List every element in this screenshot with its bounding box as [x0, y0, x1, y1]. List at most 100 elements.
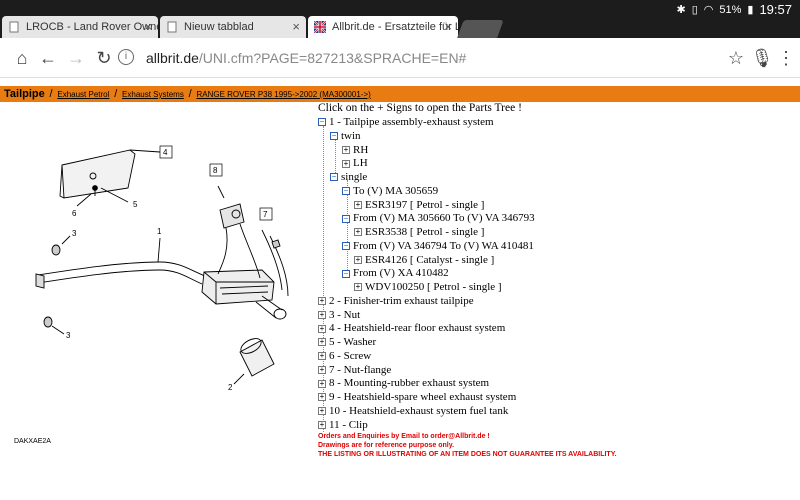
tree-node-label[interactable]: ESR3197 [ Petrol - single ]	[365, 199, 484, 211]
expand-toggle-icon[interactable]: +	[342, 145, 350, 154]
tree-node[interactable]: − To (V) MA 305659	[342, 185, 438, 198]
tree-node[interactable]: +5 - Washer	[318, 336, 376, 349]
close-tab-icon[interactable]: ×	[144, 19, 152, 34]
collapse-toggle-icon[interactable]: −	[330, 173, 338, 182]
expand-toggle-icon[interactable]: +	[318, 338, 326, 347]
breadcrumb-link-exhaust-petrol[interactable]: Exhaust Petrol	[57, 90, 109, 99]
tree-node-label[interactable]: 4 - Heatshield-rear floor exhaust system	[329, 322, 505, 334]
tree-node-label[interactable]: LH	[353, 157, 368, 169]
tree-node[interactable]: +10 - Heatshield-exhaust system fuel tan…	[318, 405, 508, 418]
breadcrumb-separator: /	[114, 88, 118, 100]
callout-label: 3	[66, 331, 71, 340]
microphone-icon[interactable]: 🎙	[750, 46, 774, 70]
tree-node-label[interactable]: 3 - Nut	[329, 309, 360, 321]
tab-title: Nieuw tabblad	[184, 21, 254, 33]
tab-title: Allbrit.de - Ersatzteile für LAN	[332, 21, 458, 33]
close-tab-icon[interactable]: ×	[292, 19, 300, 34]
expand-toggle-icon[interactable]: +	[354, 200, 362, 209]
breadcrumb-link-range-rover[interactable]: RANGE ROVER P38 1995->2002 (MA300001->)	[196, 90, 370, 99]
back-icon[interactable]: ←	[36, 46, 60, 70]
tab-new-tab[interactable]: Nieuw tabblad ×	[160, 16, 306, 40]
collapse-toggle-icon[interactable]: −	[342, 214, 350, 223]
tree-node[interactable]: +11 - Clip	[318, 419, 368, 432]
tab-allbrit[interactable]: Allbrit.de - Ersatzteile für LAN ×	[308, 16, 458, 40]
tree-instructions: Click on the + Signs to open the Parts T…	[318, 102, 522, 114]
tab-title: LROCB - Land Rover Owners	[26, 21, 158, 33]
tree-node-label[interactable]: 2 - Finisher-trim exhaust tailpipe	[329, 295, 474, 307]
tab-lrocb[interactable]: LROCB - Land Rover Owners ×	[2, 16, 158, 40]
tree-node-label[interactable]: single	[341, 171, 367, 183]
expand-toggle-icon[interactable]: +	[354, 228, 362, 237]
menu-icon[interactable]: ⋮	[774, 46, 798, 70]
collapse-toggle-icon[interactable]: −	[330, 132, 338, 141]
callout-label: 3	[72, 229, 77, 238]
collapse-toggle-icon[interactable]: −	[342, 187, 350, 196]
tree-node[interactable]: +4 - Heatshield-rear floor exhaust syste…	[318, 322, 505, 335]
expand-toggle-icon[interactable]: +	[318, 310, 326, 319]
address-bar[interactable]: i allbrit.de/UNI.cfm?PAGE=827213&SPRACHE…	[112, 44, 752, 72]
expand-toggle-icon[interactable]: +	[354, 283, 362, 292]
home-icon[interactable]: ⌂	[10, 46, 34, 70]
expand-toggle-icon[interactable]: +	[354, 255, 362, 264]
info-icon[interactable]: i	[118, 49, 134, 65]
expand-toggle-icon[interactable]: +	[318, 297, 326, 306]
tree-node[interactable]: − single	[330, 171, 367, 184]
close-tab-icon[interactable]: ×	[444, 19, 452, 34]
tree-node[interactable]: +3 - Nut	[318, 309, 360, 322]
tree-node[interactable]: − twin	[330, 130, 361, 143]
expand-toggle-icon[interactable]: +	[318, 420, 326, 429]
collapse-toggle-icon[interactable]: −	[342, 269, 350, 278]
expand-toggle-icon[interactable]: +	[318, 393, 326, 402]
tree-node[interactable]: +6 - Screw	[318, 350, 371, 363]
tree-node-label[interactable]: 5 - Washer	[329, 336, 376, 348]
tree-node[interactable]: +7 - Nut-flange	[318, 364, 391, 377]
callout-label: 5	[133, 200, 138, 209]
tree-node[interactable]: + RH	[342, 144, 368, 157]
collapse-toggle-icon[interactable]: −	[342, 242, 350, 251]
collapse-toggle-icon[interactable]: −	[318, 118, 326, 127]
tree-node[interactable]: + ESR4126 [ Catalyst - single ]	[354, 254, 494, 267]
breadcrumb-separator: /	[188, 88, 192, 100]
expand-toggle-icon[interactable]: +	[342, 159, 350, 168]
tree-node[interactable]: − From (V) MA 305660 To (V) VA 346793	[342, 212, 535, 225]
tree-node-label[interactable]: ESR3538 [ Petrol - single ]	[365, 226, 484, 238]
tree-node[interactable]: +2 - Finisher-trim exhaust tailpipe	[318, 295, 474, 308]
tree-node[interactable]: + WDV100250 [ Petrol - single ]	[354, 281, 502, 294]
tree-node-label[interactable]: RH	[353, 144, 368, 156]
bookmark-star-icon[interactable]: ☆	[724, 46, 748, 70]
tree-node[interactable]: −1 - Tailpipe assembly-exhaust system	[318, 116, 494, 129]
new-tab-button[interactable]	[456, 20, 504, 40]
tree-node-label[interactable]: From (V) MA 305660 To (V) VA 346793	[353, 212, 535, 224]
tree-node[interactable]: + ESR3197 [ Petrol - single ]	[354, 199, 484, 212]
tree-node-label[interactable]: To (V) MA 305659	[353, 185, 438, 197]
tree-node-label[interactable]: WDV100250 [ Petrol - single ]	[365, 281, 502, 293]
tree-node-label[interactable]: 8 - Mounting-rubber exhaust system	[329, 377, 489, 389]
expand-toggle-icon[interactable]: +	[318, 407, 326, 416]
callout-label: 1	[157, 227, 162, 236]
tree-node-label[interactable]: From (V) XA 410482	[353, 267, 449, 279]
tree-node-label[interactable]: 7 - Nut-flange	[329, 364, 391, 376]
url-text[interactable]: allbrit.de/UNI.cfm?PAGE=827213&SPRACHE=E…	[146, 50, 466, 66]
breadcrumb-link-exhaust-systems[interactable]: Exhaust Systems	[122, 90, 184, 99]
expand-toggle-icon[interactable]: +	[318, 379, 326, 388]
tree-node[interactable]: + LH	[342, 157, 368, 170]
tree-node[interactable]: − From (V) VA 346794 To (V) WA 410481	[342, 240, 534, 253]
tree-node[interactable]: +8 - Mounting-rubber exhaust system	[318, 377, 489, 390]
callout-label: 4	[163, 148, 168, 157]
tree-node[interactable]: +9 - Heatshield-spare wheel exhaust syst…	[318, 391, 516, 404]
expand-toggle-icon[interactable]: +	[318, 352, 326, 361]
tree-node[interactable]: − From (V) XA 410482	[342, 267, 449, 280]
tree-node-label[interactable]: From (V) VA 346794 To (V) WA 410481	[353, 240, 534, 252]
expand-toggle-icon[interactable]: +	[318, 365, 326, 374]
document-icon	[9, 21, 19, 33]
tree-node-label[interactable]: 6 - Screw	[329, 350, 371, 362]
tree-node-label[interactable]: 9 - Heatshield-spare wheel exhaust syste…	[329, 391, 516, 403]
tree-node-label[interactable]: 11 - Clip	[329, 419, 368, 431]
tree-node-label[interactable]: 10 - Heatshield-exhaust system fuel tank	[329, 405, 508, 417]
tree-node-label[interactable]: 1 - Tailpipe assembly-exhaust system	[329, 116, 494, 128]
tree-node[interactable]: + ESR3538 [ Petrol - single ]	[354, 226, 484, 239]
tree-node-label[interactable]: ESR4126 [ Catalyst - single ]	[365, 254, 494, 266]
expand-toggle-icon[interactable]: +	[318, 324, 326, 333]
forward-icon[interactable]: →	[64, 46, 88, 70]
tree-node-label[interactable]: twin	[341, 130, 361, 142]
